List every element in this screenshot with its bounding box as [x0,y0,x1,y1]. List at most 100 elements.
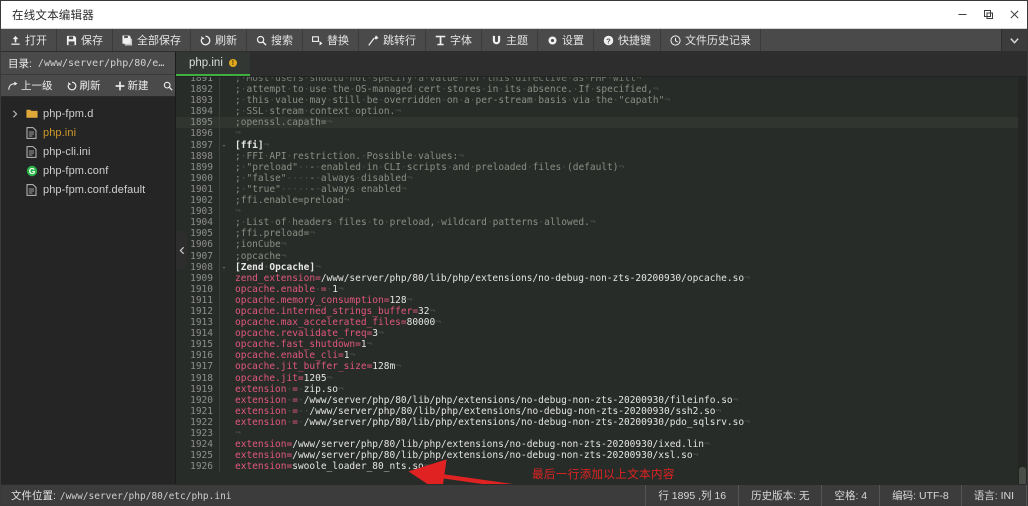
tab-bar-empty-space [250,52,1027,76]
code-line[interactable]: 1919extension·=·zip.so¬ [176,384,1027,395]
line-text: opcache.fast_shutdown=1¬ [228,339,1027,350]
chevron-down-icon[interactable] [1001,29,1027,51]
status-file-path: /www/server/php/80/etc/php.ini [60,491,232,502]
code-line[interactable]: 1924extension=/www/server/php/80/lib/php… [176,439,1027,450]
line-number: 1891 [176,77,220,84]
tab-php-ini[interactable]: php.ini ! [176,52,250,76]
code-line[interactable]: 1899;·"preload"··-·enabled·in·CLI·script… [176,162,1027,173]
toolbar-button-replace[interactable]: 替换 [303,29,359,51]
code-line[interactable]: 1902;ffi.enable=preload¬ [176,195,1027,206]
line-text: ;opcache¬ [228,251,1027,262]
tree-item-php-cli-ini[interactable]: php-cli.ini [1,142,175,161]
toolbar-label: 替换 [327,32,349,48]
line-text: zend_extension=/www/server/php/80/lib/ph… [228,273,1027,284]
code-line[interactable]: 1920extension·=·/www/server/php/80/lib/p… [176,395,1027,406]
toolbar-button-open[interactable]: 打开 [1,29,57,51]
code-line[interactable]: 1925extension=/www/server/php/80/lib/php… [176,450,1027,461]
code-lines[interactable]: 1891;·Most·users·should·not·specify·a·va… [176,77,1027,472]
toolbar-button-save[interactable]: 保存 [57,29,113,51]
sidebar-action-label: 新建 [128,78,149,93]
code-line[interactable]: 1910opcache.enable·=·1¬ [176,284,1027,295]
status-encoding[interactable]: 编码: UTF-8 [879,485,961,506]
chevron-right-icon[interactable] [9,110,20,118]
toolbar-button-refresh[interactable]: 刷新 [191,29,247,51]
code-line[interactable]: 1913opcache.max_accelerated_files=80000¬ [176,317,1027,328]
sidebar-button-refresh[interactable]: 刷新 [60,78,108,93]
status-language[interactable]: 语言: INI [961,485,1027,506]
code-line[interactable]: 1894;·SSL·stream·context·option.¬ [176,106,1027,117]
line-text: ;·List·of·headers·files·to·preload,·wild… [228,217,1027,228]
toolbar-button-file-history[interactable]: 文件历史记录 [661,29,761,51]
code-line[interactable]: 1918opcache.jit=1205¬ [176,373,1027,384]
line-text: ;·FFI·API·restriction.·Possible·values:¬ [228,151,1027,162]
file-icon [25,146,38,158]
close-icon[interactable] [1001,1,1027,29]
code-line[interactable]: 1909zend_extension=/www/server/php/80/li… [176,273,1027,284]
code-line[interactable]: 1914opcache.revalidate_freq=3¬ [176,328,1027,339]
code-line[interactable]: 1921extension·=··/www/server/php/80/lib/… [176,406,1027,417]
fold-marker[interactable]: - [220,262,228,273]
code-line[interactable]: 1897-[ffi]¬ [176,140,1027,151]
toolbar-button-settings[interactable]: 设置 [538,29,594,51]
code-line[interactable]: 1892;·attempt·to·use·the·OS-managed·cert… [176,84,1027,95]
tree-item-php-ini[interactable]: php.ini [1,123,175,142]
tree-item-php-fpm-d[interactable]: php-fpm.d [1,104,175,123]
status-history-version[interactable]: 历史版本: 无 [738,485,821,506]
toolbar-button-save-all[interactable]: 全部保存 [113,29,191,51]
code-line[interactable]: 1922extension·=·/www/server/php/80/lib/p… [176,417,1027,428]
minimize-icon[interactable] [949,1,975,29]
status-cursor-position[interactable]: 行 1895 ,列 16 [645,485,738,506]
maximize-icon[interactable] [975,1,1001,29]
tree-item-php-fpm-conf[interactable]: G php-fpm.conf [1,161,175,180]
green-g-icon: G [25,165,38,177]
code-line[interactable]: 1911opcache.memory_consumption=128¬ [176,295,1027,306]
code-line[interactable]: 1917opcache.jit_buffer_size=128m¬ [176,361,1027,372]
code-line[interactable]: 1907;opcache¬ [176,251,1027,262]
sidebar-button-parent-dir[interactable]: 上一级 [1,78,60,93]
scrollbar-thumb[interactable] [1019,467,1026,484]
code-line[interactable]: 1901;·"true"·····-·always·enabled¬ [176,184,1027,195]
line-text: extension=/www/server/php/80/lib/php/ext… [228,439,1027,450]
line-number: 1911 [176,295,220,306]
tab-bar: php.ini ! [176,52,1027,77]
toolbar-button-font[interactable]: 字体 [426,29,482,51]
toolbar-button-theme[interactable]: 主题 [482,29,538,51]
code-line[interactable]: 1891;·Most·users·should·not·specify·a·va… [176,77,1027,84]
text-format-icon [435,35,446,46]
code-line[interactable]: 1893;·this·value·may·still·be·overridden… [176,95,1027,106]
toolbar-button-goto-line[interactable]: 跳转行 [359,29,426,51]
sidebar-button-new[interactable]: 新建 [108,78,156,93]
code-line[interactable]: 1923¬ [176,428,1027,439]
toolbar-button-shortcuts[interactable]: ? 快捷键 [594,29,661,51]
tree-item-label: php-fpm.conf [43,165,108,177]
fold-marker[interactable]: - [220,140,228,151]
unsaved-dot-icon[interactable]: ! [229,59,237,67]
tab-label: php.ini [189,57,223,69]
line-text: extension·=·/www/server/php/80/lib/php/e… [228,395,1027,406]
code-line[interactable]: 1895;openssl.capath=¬ [176,117,1027,128]
main-toolbar: 打开 保存 全部保存 刷新 搜索 [1,29,1027,52]
line-text: ¬ [228,206,1027,217]
code-line[interactable]: 1903¬ [176,206,1027,217]
tree-item-php-fpm-conf-default[interactable]: php-fpm.conf.default [1,180,175,199]
code-area[interactable]: 1891;·Most·users·should·not·specify·a·va… [176,77,1027,484]
editor-pane: php.ini ! 1891;·Most·users·should·not·sp… [176,52,1027,484]
code-line[interactable]: 1904;·List·of·headers·files·to·preload,·… [176,217,1027,228]
folder-icon [25,108,38,119]
code-line[interactable]: 1898 ;·FFI·API·restriction.·Possible·valu… [176,151,1027,162]
code-line[interactable]: 1916opcache.enable_cli=1¬ [176,350,1027,361]
toolbar-button-search[interactable]: 搜索 [247,29,303,51]
code-line[interactable]: 1900;·"false"····-·always·disabled¬ [176,173,1027,184]
status-indent-spaces[interactable]: 空格: 4 [821,485,879,506]
code-line[interactable]: 1906;ionCube¬ [176,239,1027,250]
code-line[interactable]: 1915opcache.fast_shutdown=1¬ [176,339,1027,350]
code-line[interactable]: 1908-[Zend·Opcache]¬ [176,262,1027,273]
vertical-scrollbar[interactable] [1018,77,1027,484]
code-line[interactable]: 1912opcache.interned_strings_buffer=32¬ [176,306,1027,317]
code-line[interactable]: 1905;ffi.preload=¬ [176,228,1027,239]
code-line[interactable]: 1896¬ [176,128,1027,139]
replace-icon [312,35,323,46]
chevron-left-icon[interactable] [176,231,187,269]
line-number: 1896 [176,128,220,139]
line-number: 1898 [176,151,220,162]
